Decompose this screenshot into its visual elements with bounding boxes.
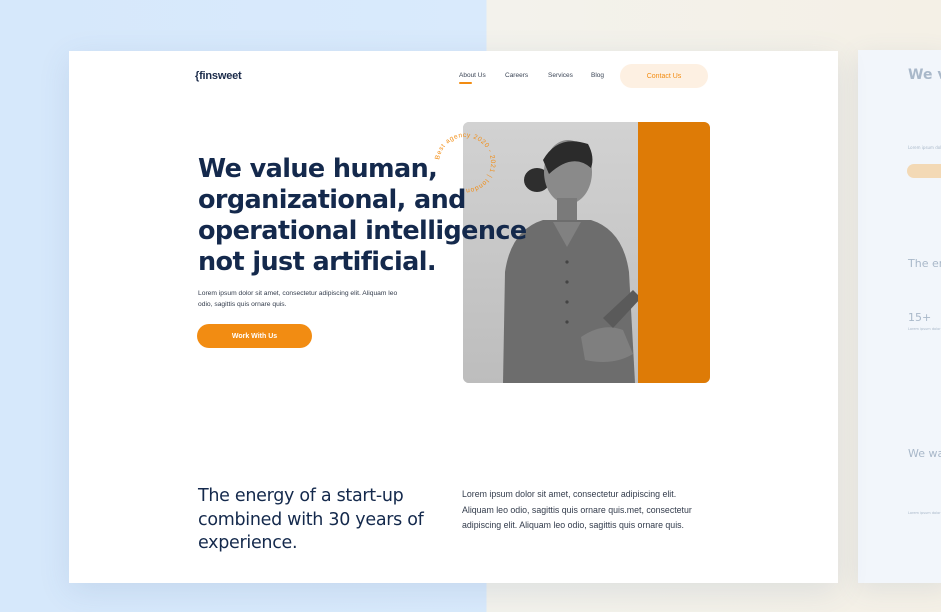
hero-subtitle: Lorem ipsum dolor sit amet, consectetur … — [198, 290, 398, 308]
nav-careers[interactable]: Careers — [505, 72, 528, 79]
work-with-us-button[interactable]: Work With Us — [197, 324, 312, 348]
preview-stat-text: Lorem ipsum dolor sit amet, consectetur … — [908, 327, 941, 331]
nav-about-us[interactable]: About Us — [459, 72, 486, 79]
nav-active-indicator — [459, 82, 472, 84]
preview-heading-2: We want to identify the cornerstones of … — [908, 447, 941, 460]
hero-title: We value human, organizational, and oper… — [198, 154, 527, 277]
contact-us-button[interactable]: Contact Us — [620, 64, 708, 88]
photo-orange-panel — [638, 122, 710, 383]
hero-image — [463, 122, 710, 383]
landing-page: {finsweet About Us Careers Services Blog… — [69, 51, 838, 583]
next-page-preview: We value human, organizational, operatio… — [858, 50, 941, 583]
finsweet-logo[interactable]: {finsweet — [195, 70, 242, 82]
preview-text: Lorem ipsum dolor sit amet, consectetur … — [908, 145, 941, 150]
preview-heading: The energy of a start-up combined with 3… — [908, 257, 941, 270]
nav-services[interactable]: Services — [548, 72, 573, 79]
preview-text-2: Lorem ipsum dolor sit amet, consectetur … — [908, 511, 941, 515]
preview-button — [907, 164, 941, 178]
preview-stat: 15+ — [908, 311, 932, 324]
section-text: Lorem ipsum dolor sit amet, consectetur … — [462, 489, 692, 530]
nav-blog[interactable]: Blog — [591, 72, 604, 79]
preview-title: We value human, organizational, operatio… — [908, 67, 941, 83]
section-title: The energy of a start-up combined with 3… — [198, 486, 424, 553]
